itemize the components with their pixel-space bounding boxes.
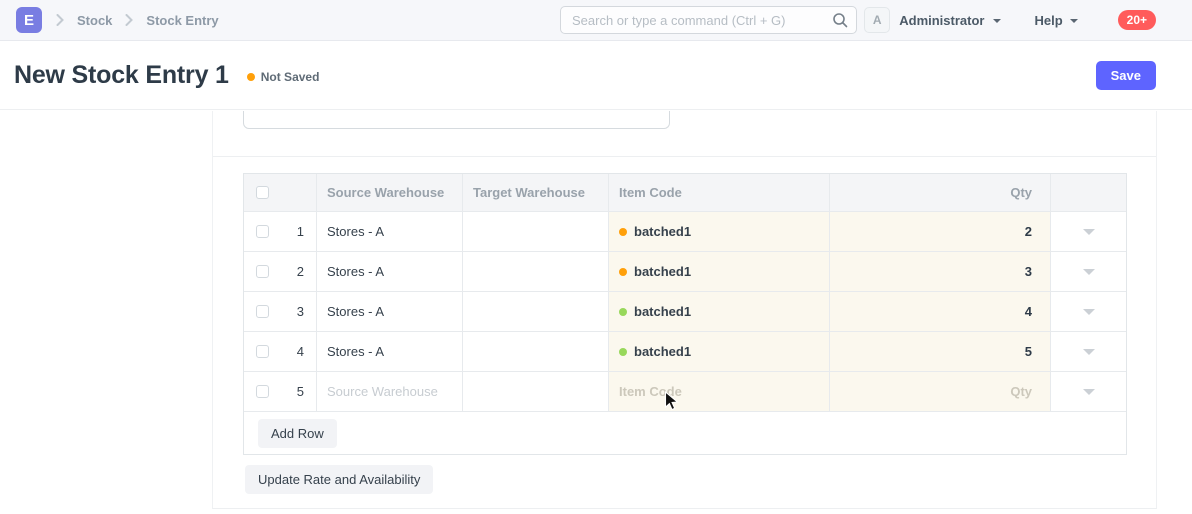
items-grid: Source Warehouse Target Warehouse Item C… — [243, 173, 1127, 455]
item-status-dot — [619, 228, 627, 236]
status-label: Not Saved — [261, 70, 320, 84]
table-row: 1 Stores - A batched1 2 — [244, 212, 1126, 252]
source-warehouse-cell[interactable]: Stores - A — [317, 292, 463, 331]
source-warehouse-cell[interactable]: Source Warehouse — [317, 372, 463, 411]
source-warehouse-cell[interactable]: Stores - A — [317, 252, 463, 291]
row-checkbox[interactable] — [256, 305, 269, 318]
user-menu[interactable]: A Administrator — [864, 7, 1001, 33]
target-warehouse-cell[interactable] — [463, 252, 609, 291]
navbar: E Stock Stock Entry A Administrator Help… — [0, 0, 1192, 41]
chevron-down-icon — [1070, 19, 1078, 23]
target-warehouse-cell[interactable] — [463, 372, 609, 411]
collapsed-field-box[interactable] — [243, 111, 670, 129]
global-search — [560, 6, 857, 34]
item-code-cell[interactable]: batched1 — [609, 252, 830, 291]
row-number: 1 — [297, 224, 304, 239]
page-title: New Stock Entry 1 — [14, 61, 229, 90]
row-checkbox[interactable] — [256, 225, 269, 238]
table-row: 2 Stores - A batched1 3 — [244, 252, 1126, 292]
grid-footer: Add Row — [244, 411, 1126, 454]
item-status-dot — [619, 348, 627, 356]
breadcrumb-item-stock[interactable]: Stock — [77, 13, 112, 28]
notification-badge[interactable]: 20+ — [1118, 10, 1156, 30]
table-row: 5 Source Warehouse Item Code Qty — [244, 372, 1126, 411]
search-input[interactable] — [560, 6, 857, 34]
select-all-checkbox[interactable] — [256, 186, 269, 199]
chevron-down-icon — [993, 19, 1001, 23]
help-menu-label: Help — [1034, 13, 1062, 28]
column-header-item-code: Item Code — [609, 174, 830, 211]
section-divider — [213, 156, 1156, 157]
chevron-right-icon — [56, 14, 64, 26]
avatar: A — [864, 7, 890, 33]
form-layout: Source Warehouse Target Warehouse Item C… — [212, 111, 1157, 509]
item-code-cell[interactable]: batched1 — [609, 292, 830, 331]
target-warehouse-cell[interactable] — [463, 212, 609, 251]
row-expand-button[interactable] — [1051, 372, 1126, 411]
table-row: 3 Stores - A batched1 4 — [244, 292, 1126, 332]
chevron-down-icon — [1083, 269, 1095, 275]
app-logo[interactable]: E — [16, 7, 42, 33]
column-header-qty: Qty — [830, 174, 1051, 211]
row-expand-button[interactable] — [1051, 212, 1126, 251]
qty-cell[interactable]: 3 — [830, 252, 1051, 291]
search-icon[interactable] — [832, 12, 848, 31]
row-number: 3 — [297, 304, 304, 319]
grid-header-row: Source Warehouse Target Warehouse Item C… — [244, 174, 1126, 212]
row-checkbox[interactable] — [256, 265, 269, 278]
chevron-down-icon — [1083, 309, 1095, 315]
row-expand-button[interactable] — [1051, 252, 1126, 291]
chevron-down-icon — [1083, 229, 1095, 235]
column-header-target-warehouse: Target Warehouse — [463, 174, 609, 211]
update-rate-button[interactable]: Update Rate and Availability — [245, 465, 433, 494]
column-header-actions — [1051, 174, 1126, 211]
save-button[interactable]: Save — [1096, 61, 1156, 90]
page-head: New Stock Entry 1 Not Saved Save — [0, 41, 1192, 110]
breadcrumb: Stock Stock Entry — [56, 13, 219, 28]
add-row-button[interactable]: Add Row — [258, 419, 337, 448]
chevron-down-icon — [1083, 349, 1095, 355]
row-number: 5 — [297, 384, 304, 399]
navbar-right: A Administrator Help 20+ — [864, 7, 1156, 33]
grid-body: 1 Stores - A batched1 2 2 Stores - A — [244, 212, 1126, 411]
qty-cell[interactable]: 2 — [830, 212, 1051, 251]
item-code-cell[interactable]: batched1 — [609, 332, 830, 371]
row-expand-button[interactable] — [1051, 292, 1126, 331]
chevron-down-icon — [1083, 389, 1095, 395]
target-warehouse-cell[interactable] — [463, 332, 609, 371]
row-checkbox[interactable] — [256, 345, 269, 358]
row-number: 4 — [297, 344, 304, 359]
table-row: 4 Stores - A batched1 5 — [244, 332, 1126, 372]
item-status-dot — [619, 308, 627, 316]
source-warehouse-cell[interactable]: Stores - A — [317, 332, 463, 371]
status-dot-icon — [247, 73, 255, 81]
row-expand-button[interactable] — [1051, 332, 1126, 371]
help-menu[interactable]: Help — [1034, 13, 1077, 28]
user-menu-label: Administrator — [899, 13, 984, 28]
item-code-cell[interactable]: Item Code — [609, 372, 830, 411]
qty-cell[interactable]: 5 — [830, 332, 1051, 371]
target-warehouse-cell[interactable] — [463, 292, 609, 331]
chevron-right-icon — [125, 14, 133, 26]
source-warehouse-cell[interactable]: Stores - A — [317, 212, 463, 251]
qty-cell[interactable]: Qty — [830, 372, 1051, 411]
qty-cell[interactable]: 4 — [830, 292, 1051, 331]
row-number: 2 — [297, 264, 304, 279]
item-code-cell[interactable]: batched1 — [609, 212, 830, 251]
status-badge: Not Saved — [247, 70, 320, 84]
breadcrumb-item-stock-entry[interactable]: Stock Entry — [146, 13, 218, 28]
item-status-dot — [619, 268, 627, 276]
row-checkbox[interactable] — [256, 385, 269, 398]
column-header-source-warehouse: Source Warehouse — [317, 174, 463, 211]
